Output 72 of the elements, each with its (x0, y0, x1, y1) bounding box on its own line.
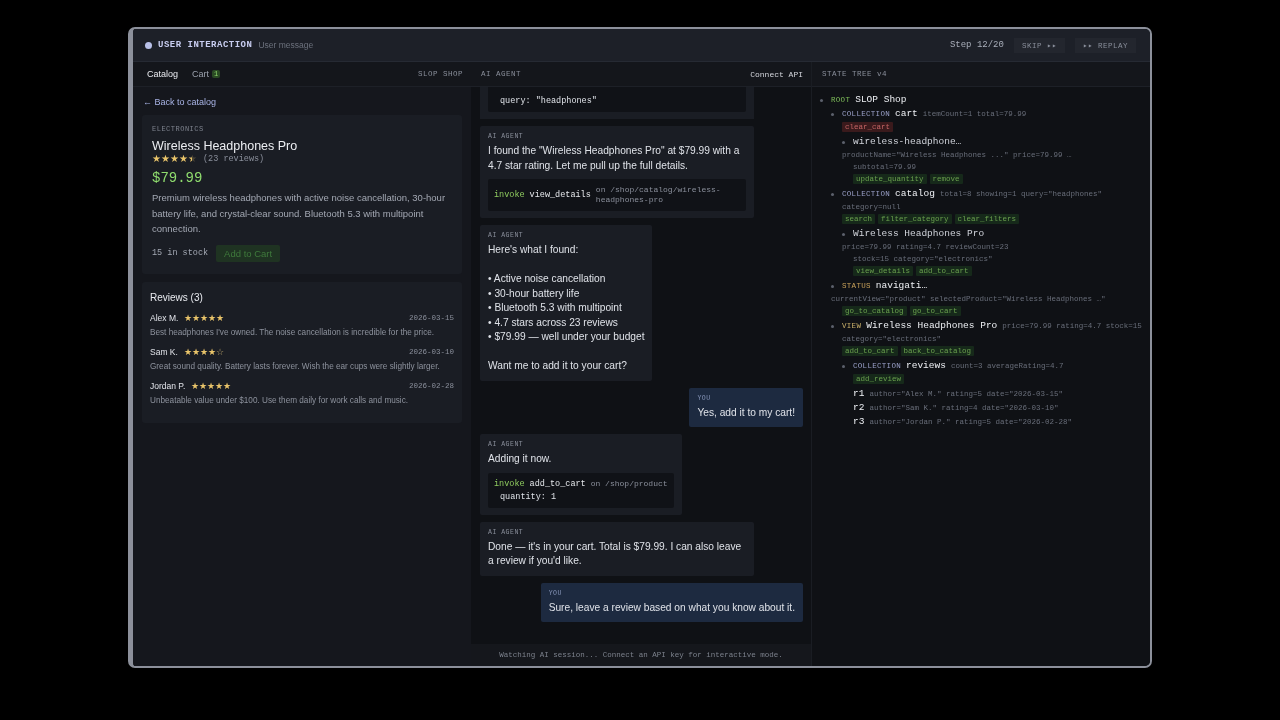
star-icon: ★ (215, 380, 224, 391)
header-title: USER INTERACTION (158, 40, 253, 50)
back-link[interactable]: ← Back to catalog (143, 97, 462, 107)
star-icon: ★ (183, 346, 192, 357)
star-icon: ★ (199, 346, 208, 357)
tool-name: view_details (529, 190, 591, 200)
star-icon: ★ (152, 153, 161, 164)
tree-bullet-icon (842, 364, 845, 368)
review-count: (23 reviews) (203, 153, 265, 164)
star-icon: ★ (184, 312, 193, 323)
message-text: Adding it now. (488, 452, 553, 466)
review-author: Jordan P. (150, 380, 186, 391)
node-name: SLOP Shop (855, 93, 907, 107)
node-name: Wireless Headphones Pro (866, 319, 998, 333)
tree-bullet-icon (820, 98, 823, 102)
node-name: Wireless Headphones Pro (853, 227, 985, 241)
review-text: Unbeatable value under $100. Use them daily for work calls and music. (150, 394, 410, 407)
star-icon: ★ (208, 312, 217, 323)
message-text: Sure, leave a review based on what you know about it. (548, 600, 795, 615)
node-name: cart (895, 107, 918, 121)
product-name: Wireless Headphones Pro (152, 139, 299, 153)
tree-bullet-icon (831, 112, 834, 116)
star-icon: ★ (161, 153, 170, 164)
message-text: Here's what I found: • Active noise cancellation • 30-hour battery life • Bluetooth 5.3 with multipoint • 4.7 stars across 23 reviews • $79.99 — well under your budget Want me to add it to your cart? (488, 243, 645, 373)
star-icon: ★ (179, 153, 188, 164)
empty-star-icon: ☆ (215, 346, 224, 357)
node-name: wireless-headphone… (853, 135, 962, 149)
tool-target: on /shop/product (590, 478, 668, 489)
stock-count: 15 in stock (152, 248, 209, 258)
node-name: reviews (906, 359, 946, 373)
invoke-keyword: invoke (494, 478, 525, 489)
step-counter: Step 12/20 (949, 40, 1004, 50)
tool-target: on /shop/catalog/wireless-headphones-pro (595, 185, 722, 205)
status-dot-icon (145, 41, 152, 49)
star-icon: ★ (207, 346, 216, 357)
connect-api-link[interactable]: Connect API (750, 69, 803, 79)
star-icon: ★ (170, 153, 179, 164)
tool-parameter: query: "headphones" (499, 96, 598, 106)
tree-bullet-icon (842, 232, 845, 236)
node-name: r2 (853, 401, 865, 415)
node-name: r1 (853, 387, 865, 401)
review-text: Great sound quality. Battery lasts forever. Wish the ear cups were slightly larger. (150, 360, 441, 373)
review-author: Alex M. (150, 312, 179, 323)
star-icon: ★ (192, 312, 201, 323)
invoke-keyword: invoke (494, 190, 525, 200)
star-icon: ★ (191, 380, 200, 391)
review-text: Best headphones I've owned. The noise cancellation is incredible for the price. (150, 326, 436, 339)
star-icon: ★ (216, 312, 225, 323)
add-to-cart-button[interactable]: Add to Cart (216, 244, 281, 262)
tool-name: add_to_cart (529, 478, 586, 489)
message-text: I found the "Wireless Headphones Pro" at $79.99 with a 4.7 star rating. Let me pull up the full details. (488, 144, 741, 173)
message-text: Done — it's in your cart. Total is $79.99. I can also leave a review if you'd like. (488, 539, 743, 568)
star-icon: ★ (199, 380, 208, 391)
tree-bullet-icon (842, 140, 845, 144)
reviews-title: Reviews (3) (150, 291, 204, 303)
tree-bullet-icon (831, 284, 834, 288)
node-name: catalog (895, 187, 935, 201)
tree-bullet-icon (831, 324, 834, 328)
star-icon: ★ (207, 380, 216, 391)
star-icon: ★ (223, 380, 232, 391)
tool-parameter: quantity: 1 (499, 491, 558, 502)
message-text: Yes, add it to my cart! (697, 405, 795, 420)
node-name: navigati… (875, 279, 928, 293)
star-icon: ★ (200, 312, 209, 323)
product-price: $79.99 (152, 170, 204, 186)
star-icon: ★ (191, 346, 200, 357)
product-description: Premium wireless headphones with active noise cancellation, 30-hour battery life, and crystal-clear sound. Bluetooth 5.3 with multipoint connection. (152, 191, 447, 236)
tree-bullet-icon (831, 192, 834, 196)
review-author: Sam K. (150, 346, 178, 357)
header-subtitle: User message (258, 40, 314, 50)
node-name: r3 (853, 415, 865, 429)
nav-tab[interactable]: Catalog (143, 67, 183, 81)
